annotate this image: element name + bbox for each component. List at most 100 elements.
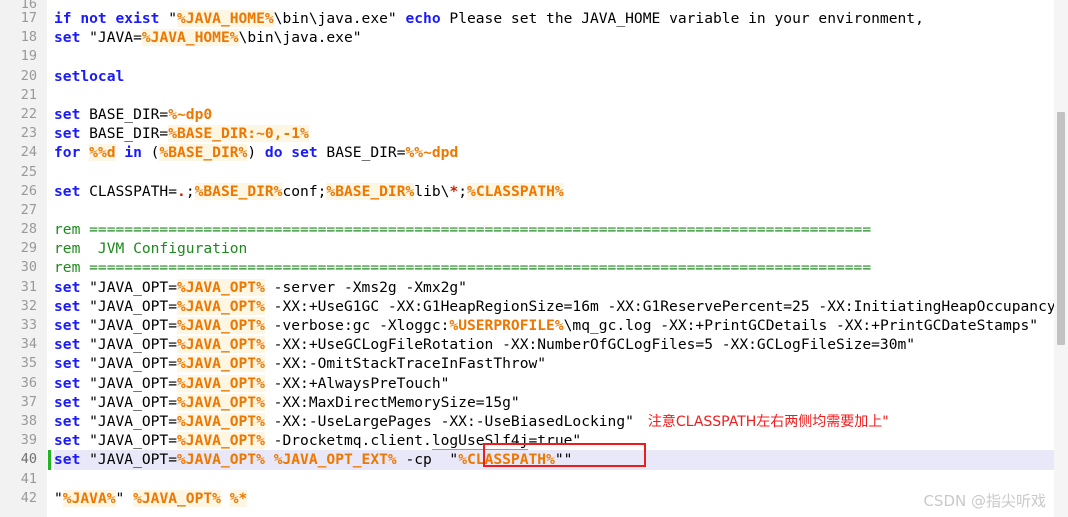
change-marker-line-21 [47,86,54,105]
change-marker-line-19 [47,47,54,66]
token-var: %JAVA% [62,489,116,507]
change-marker-line-18 [47,28,54,47]
change-marker-line-42 [47,489,54,508]
token-rem: rem [54,240,81,258]
token-op: . [177,182,186,200]
line-number-17: 17 [20,10,37,26]
token-kw: set [54,336,81,354]
code-line-28[interactable]: rem ====================================… [54,220,1054,239]
code-line-21[interactable] [54,86,1054,105]
line-number-38: 38 [20,412,37,429]
change-marker-line-40 [47,450,54,470]
token-pln: -Drocketmq.client. [264,432,432,450]
token-pln: " [440,451,459,469]
line-number-26: 26 [20,182,37,199]
line-number-24: 24 [20,144,37,161]
code-line-26[interactable]: set CLASSPATH=.;%BASE_DIR%conf;%BASE_DIR… [54,182,1054,201]
code-line-39[interactable]: set "JAVA_OPT=%JAVA_OPT% -Drocketmq.clie… [54,431,1054,451]
code-line-23[interactable]: set BASE_DIR=%BASE_DIR:~0,-1% [54,124,1054,143]
token-kw: in [124,144,142,162]
code-line-24[interactable]: for %%d in (%BASE_DIR%) do set BASE_DIR=… [54,143,1054,162]
change-marker-line-26 [47,182,54,201]
line-number-35: 35 [20,355,37,372]
token-var: %JAVA_OPT% [177,317,265,334]
token-pln: \bin\java.exe" [273,10,406,27]
code-line-36[interactable]: set "JAVA_OPT=%JAVA_OPT% -XX:+AlwaysPreT… [54,374,1054,393]
code-line-19[interactable] [54,47,1054,66]
token-pln: "JAVA_OPT= [80,297,178,315]
token-pln: ; [185,182,195,200]
token-kw: setlocal [54,67,125,85]
token-kw: for [54,144,81,162]
token-pln: CLASSPATH= [80,182,178,200]
token-rem: rem [54,221,81,239]
line-number-39: 39 [20,432,37,449]
token-pln: "JAVA= [80,29,142,47]
token-pln: BASE_DIR= [80,105,169,123]
code-line-22[interactable]: set BASE_DIR=%~dp0 [54,105,1054,124]
line-number-30: 30 [20,259,37,276]
token-pln: \mq_gc.log -XX:+PrintGCDetails -XX:+Prin… [563,317,1039,334]
token-pln: -cp [396,451,441,469]
token-pln: -verbose:gc -Xloggc: [264,317,450,334]
change-marker-line-39 [47,431,54,450]
line-number-18: 18 [20,29,37,46]
token-var2: %%~dpd [405,144,459,162]
token-pln: -XX:MaxDirectMemorySize=15g" [264,393,520,411]
token-pln [80,144,89,161]
token-rem: rem [54,259,81,277]
code-line-34[interactable]: set "JAVA_OPT=%JAVA_OPT% -XX:+UseGCLogFi… [54,335,1054,354]
token-var: %JAVA_OPT% [177,355,265,373]
token-kw: set [54,432,81,450]
code-line-42[interactable]: "%JAVA%" %JAVA_OPT% %* [54,489,1054,508]
token-kw: set [54,317,81,334]
token-var: %JAVA_OPT% [177,393,265,411]
change-marker-line-28 [47,220,54,239]
code-line-41[interactable] [54,470,1054,489]
code-line-29[interactable]: rem JVM Configuration [54,239,1054,258]
token-pln: -XX:+UseGCLogFileRotation -XX:NumberOfGC… [264,336,916,354]
code-line-31[interactable]: set "JAVA_OPT=%JAVA_OPT% -server -Xms2g … [54,278,1054,297]
code-line-16[interactable] [54,0,1054,9]
line-number-19: 19 [20,48,37,65]
token-kw: set [54,297,81,315]
token-kw: set [54,29,81,47]
line-number-40: 40 [20,451,37,468]
change-marker-line-38 [47,412,54,431]
code-line-40[interactable]: set "JAVA_OPT=%JAVA_OPT% %JAVA_OPT_EXT% … [54,450,1054,470]
change-marker-line-31 [47,278,54,297]
token-pln: "JAVA_OPT= [80,432,178,450]
token-var: %* [229,489,248,507]
change-marker-line-41 [47,470,54,489]
modified-line-marker [48,450,51,470]
csdn-watermark: CSDN @指尖听戏 [923,492,1046,510]
token-pln: -XX:+UseG1GC -XX:G1HeapRegionSize=16m -X… [273,297,1054,315]
code-line-17[interactable]: if not exist "%JAVA_HOME%\bin\java.exe" … [54,9,1054,28]
code-line-18[interactable]: set "JAVA=%JAVA_HOME%\bin\java.exe" [54,28,1054,47]
inline-red-annotation: 注意CLASSPATH左右两侧均需要加上" [647,413,889,430]
token-pln: "JAVA_OPT= [80,451,178,469]
token-pln: ; [458,182,468,200]
code-line-38[interactable]: set "JAVA_OPT=%JAVA_OPT% -XX:-UseLargePa… [54,412,1054,431]
line-number-33: 33 [20,317,37,333]
code-line-30[interactable]: rem ====================================… [54,258,1054,277]
code-line-25[interactable] [54,163,1054,182]
change-marker-line-23 [47,124,54,143]
token-var2: %JAVA_OPT_EXT% [273,451,397,469]
token-pln: -XX:-OmitStackTraceInFastThrow" [264,355,547,373]
line-number-22: 22 [20,105,37,122]
change-marker-line-17 [47,9,54,28]
code-line-32[interactable]: set "JAVA_OPT=%JAVA_OPT% -XX:+UseG1GC -X… [54,297,1054,316]
code-editor[interactable]: 16 17 18 19 20 21 22 23 24 25 26 27 28 29 30 31 32 33 34 35… [0,0,1068,517]
code-line-35[interactable]: set "JAVA_OPT=%JAVA_OPT% -XX:-OmitStackT… [54,354,1054,373]
token-pln: lib\ [414,182,450,200]
code-viewport[interactable]: if not exist "%JAVA_HOME%\bin\java.exe" … [54,0,1054,517]
code-line-20[interactable]: setlocal [54,67,1054,86]
code-line-33[interactable]: set "JAVA_OPT=%JAVA_OPT% -verbose:gc -Xl… [54,316,1054,335]
code-line-37[interactable]: set "JAVA_OPT=%JAVA_OPT% -XX:MaxDirectMe… [54,393,1054,412]
code-line-27[interactable] [54,201,1054,220]
change-marker-line-20 [47,67,54,86]
token-pln: "" [554,451,573,469]
token-pln: conf; [282,182,327,200]
vertical-scrollbar-thumb[interactable] [1057,112,1065,345]
